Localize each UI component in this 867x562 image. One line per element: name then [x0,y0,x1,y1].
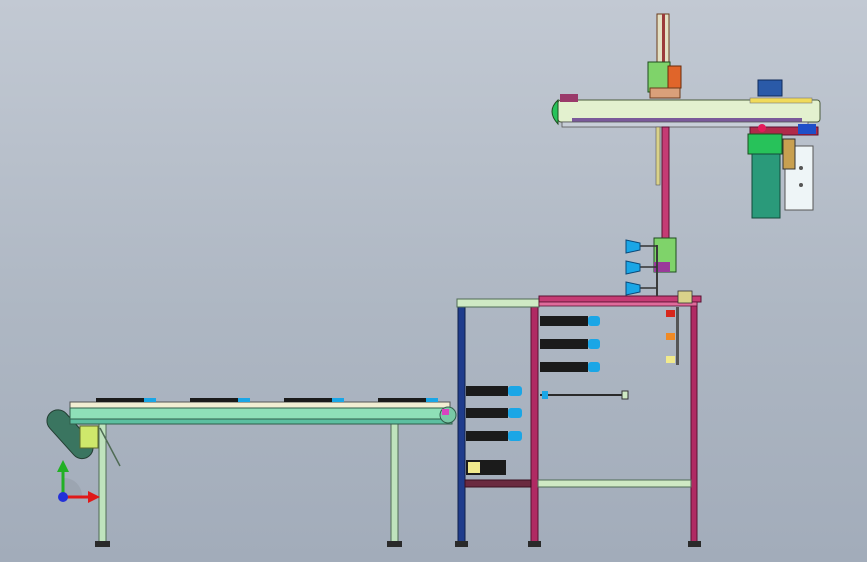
carriage-base [649,87,681,99]
rack-foot-2 [528,541,541,547]
assembly-drawing [46,13,821,547]
end-station-blue-block [798,124,816,134]
rack-tab-orange [666,333,675,340]
conveyor-guard-plate [79,425,99,449]
coordinate-triad-icon [57,460,100,503]
end-station-green-block [747,133,783,155]
rack-post-right [690,302,698,543]
cad-viewport[interactable] [0,0,867,562]
end-station-hole-1 [799,166,803,170]
rack-pusher-head [542,391,548,399]
rack-top-bracket [677,290,693,304]
rack-foot-3 [688,541,701,547]
conveyor-carriers [96,398,438,402]
rack-pusher-end [621,390,629,400]
rack-top-beam-lower [538,301,698,307]
rack-trays-left [466,386,522,441]
drop-arm-guide [655,126,661,186]
rack-tab-red [666,310,675,317]
end-station-red-marker [758,124,766,132]
conveyor-leg-left [98,423,107,543]
conveyor-end-marker [442,409,449,415]
rack-inner-post [676,307,679,365]
gripper-nozzles [625,239,657,296]
conveyor-lower-rail [69,418,453,425]
x-axis-drive-motor [757,79,783,97]
rack-trays-right [540,316,600,372]
x-axis-rail [572,118,802,122]
rack-post-navy [457,306,466,543]
gantry-robot [551,13,821,296]
x-axis-lower-rail [561,121,809,128]
x-axis-limit-block [560,94,578,102]
end-station-clamp [782,138,796,170]
x-axis-end-cap [551,98,559,126]
rack-top-beam-green [456,298,540,308]
storage-rack-frame [455,290,702,547]
rack-post-magenta [530,306,539,543]
x-axis-stop-bar [749,97,813,104]
rack-bottom-beam-green [537,479,692,488]
rack-bottom-beam-dark [464,479,532,488]
conveyor-foot-right [387,541,402,547]
end-station-hole-2 [799,183,803,187]
rack-bin-label [468,462,480,473]
conveyor-leg-right [390,423,399,543]
rack-tab-yellow [666,356,675,363]
end-station-teal-plate [751,153,781,219]
conveyor-top-rail [69,401,451,409]
rack-foot-1 [455,541,468,547]
belt-conveyor [46,398,457,547]
carriage-motor [667,65,682,89]
rack-top-beam-magenta [538,295,702,303]
conveyor-belt [69,407,453,420]
conveyor-foot-left [95,541,110,547]
